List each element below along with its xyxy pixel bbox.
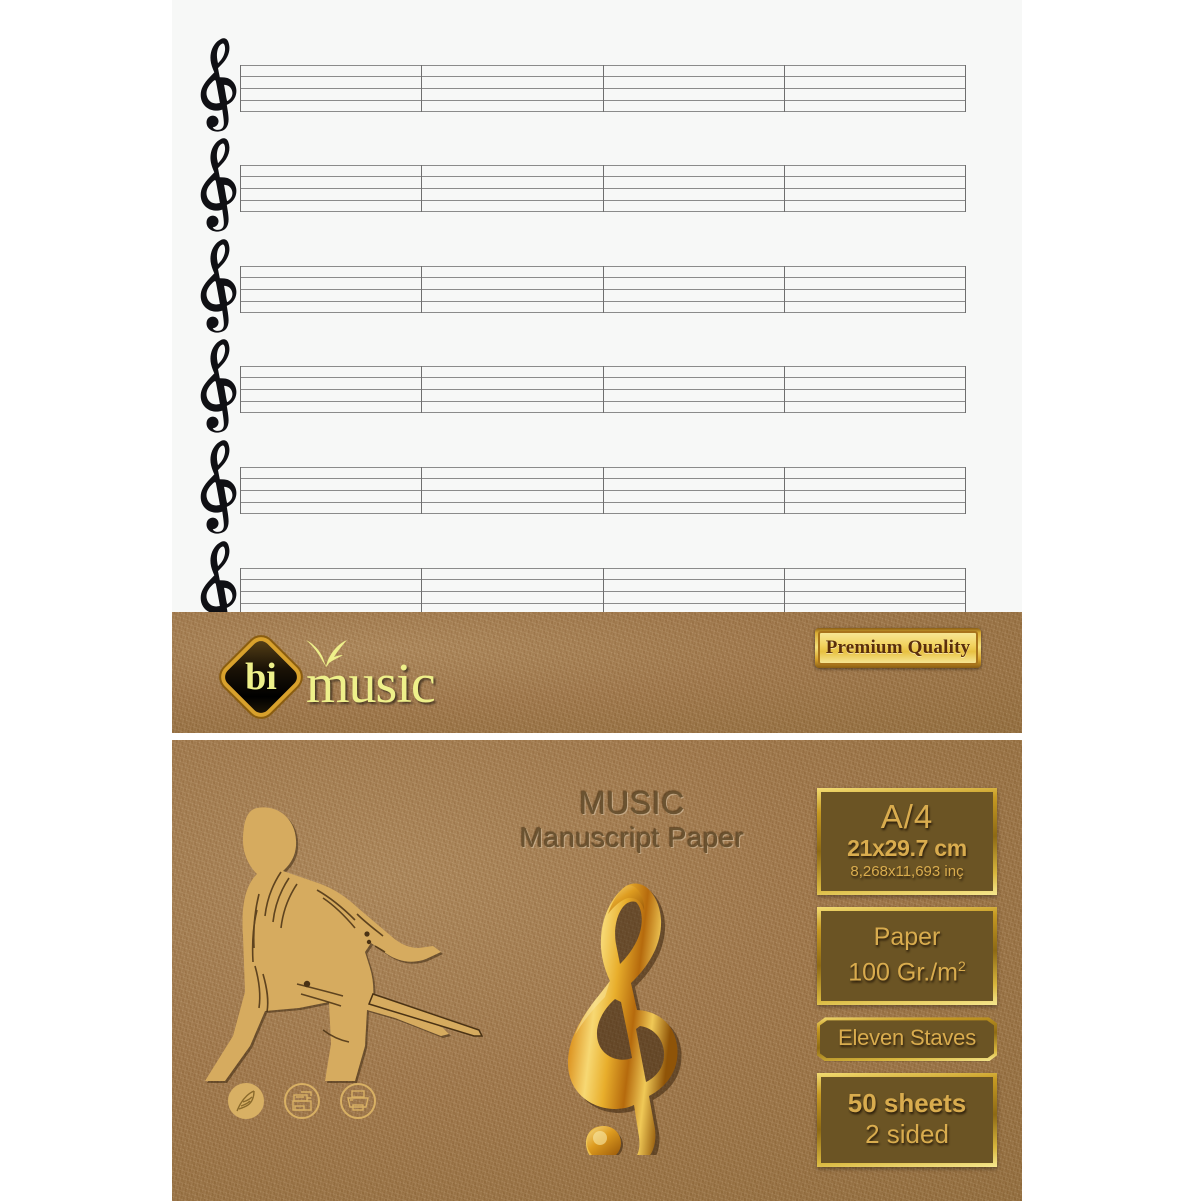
manuscript-sheet (172, 0, 1022, 612)
barline (240, 366, 241, 413)
conductor-silhouette (194, 795, 484, 1085)
spec-dimensions-inch: 8,268x11,693 inç (850, 863, 964, 880)
swallow-bird-icon (304, 638, 348, 668)
logo-diamond-icon: bi (221, 637, 301, 717)
barline (965, 266, 966, 313)
barline (965, 65, 966, 112)
spec-list: A/4 21x29.7 cm 8,268x11,693 inç Paper 10… (817, 788, 997, 1179)
barline (421, 65, 422, 112)
barline (784, 568, 785, 612)
spec-box-sheets: 50 sheets 2 sided (817, 1073, 997, 1168)
spec-dimensions-cm: 21x29.7 cm (847, 835, 967, 861)
spec-staves-label: Eleven Staves (837, 1025, 977, 1051)
feature-icons (228, 1083, 388, 1129)
brand-banner: bi music Premium Quality (172, 612, 1022, 733)
barline (240, 568, 241, 612)
quill-pen-icon (228, 1083, 264, 1119)
page-canvas: bi music Premium Quality MUSIC Manuscrip… (0, 0, 1200, 1201)
barline (421, 165, 422, 212)
spec-box-staves: Eleven Staves (817, 1017, 997, 1061)
cover-title: MUSIC Manuscript Paper (472, 785, 792, 855)
staff-system (200, 339, 966, 433)
barline (603, 366, 604, 413)
staff-system (200, 38, 966, 132)
barline (240, 266, 241, 313)
premium-quality-badge: Premium Quality (815, 628, 981, 668)
barline (965, 467, 966, 514)
barline (421, 266, 422, 313)
spec-sheets-label: 50 sheets (847, 1088, 967, 1119)
spec-paper-label: Paper (873, 923, 941, 951)
barline (965, 366, 966, 413)
barline (240, 165, 241, 212)
spec-paper-weight-exponent: 2 (957, 958, 966, 974)
barline (603, 568, 604, 612)
golden-treble-clef-icon (542, 880, 717, 1173)
photocopier-icon (284, 1083, 320, 1119)
barline (784, 65, 785, 112)
spec-paper-weight-value: 100 Gr./m (848, 958, 958, 987)
barline (240, 65, 241, 112)
barline (784, 366, 785, 413)
spec-paper-weight: 100 Gr./m2 (825, 952, 989, 987)
logo-bi-text: bi (245, 656, 277, 698)
barline (965, 165, 966, 212)
cover-title-line2: Manuscript Paper (519, 822, 745, 853)
barline (603, 467, 604, 514)
barline (784, 165, 785, 212)
spec-box-size: A/4 21x29.7 cm 8,268x11,693 inç (817, 788, 997, 895)
cover-title-line1: MUSIC (579, 785, 685, 821)
barline (603, 165, 604, 212)
premium-quality-label: Premium Quality (825, 637, 971, 658)
staff-system (200, 138, 966, 232)
barline (421, 467, 422, 514)
brand-logo: bi music (221, 637, 514, 717)
barline (784, 266, 785, 313)
barline (603, 266, 604, 313)
barline (784, 467, 785, 514)
spec-sided-label: 2 sided (865, 1119, 949, 1150)
printer-icon (340, 1083, 376, 1119)
barline (603, 65, 604, 112)
staff-system (200, 541, 966, 612)
barline (965, 568, 966, 612)
barline (240, 467, 241, 514)
barline (421, 568, 422, 612)
staff-system (200, 440, 966, 534)
staff-system (200, 239, 966, 333)
barline (421, 366, 422, 413)
spec-box-paper: Paper 100 Gr./m2 (817, 907, 997, 1006)
product-cover-panel: MUSIC Manuscript Paper A/4 21x29.7 cm 8,… (172, 740, 1022, 1201)
spec-size-label: A/4 (880, 798, 934, 835)
